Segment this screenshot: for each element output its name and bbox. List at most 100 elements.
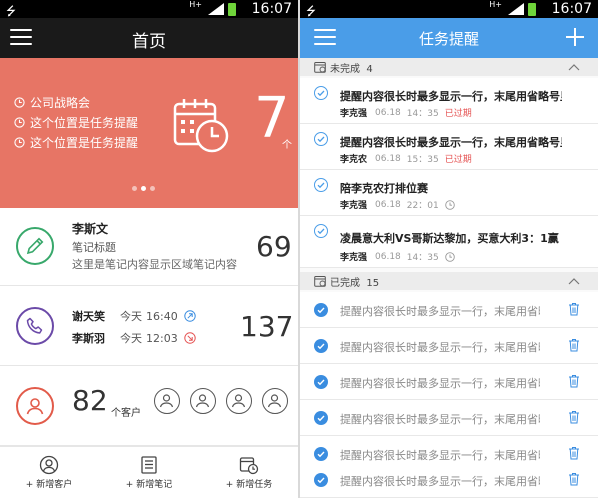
bottom-toolbar: + 新增客户 + 新增笔记 + 新增任务	[0, 446, 298, 498]
missed-call-icon	[184, 332, 196, 344]
page-dot-active	[141, 186, 146, 191]
trash-icon[interactable]	[568, 302, 580, 316]
customer-circle	[16, 387, 54, 425]
task-row[interactable]: 提醒内容很长时最多显示一行，末尾用省略号显示 李克农 06.18 15：35 已…	[300, 124, 598, 170]
task-checkbox[interactable]	[314, 178, 328, 192]
notebook-icon	[141, 456, 157, 474]
add-customer-button[interactable]: + 新增客户	[4, 453, 94, 495]
call-item[interactable]: 李斯羽 今天 12:03	[72, 330, 196, 346]
task-checkbox[interactable]	[314, 86, 328, 100]
reminder-item[interactable]: 这个位置是任务提醒	[14, 112, 138, 132]
status-time: 16:07	[551, 1, 592, 17]
check-icon	[317, 379, 325, 386]
done-task-row[interactable]: 提醒内容很长时最多显示一行，末尾用省略号显示	[300, 400, 598, 436]
task-time: 14：35	[406, 109, 439, 119]
trash-icon[interactable]	[568, 374, 580, 388]
caller-name: 谢天笑	[72, 310, 105, 323]
done-task-row[interactable]: 提醒内容很长时最多显示一行，末尾用省略号显示	[300, 462, 598, 498]
calendar-icon	[314, 276, 326, 287]
pending-count: 4	[366, 64, 373, 75]
call-item[interactable]: 谢天笑 今天 16:40	[72, 308, 196, 324]
add-note-button[interactable]: + 新增笔记	[104, 453, 194, 495]
check-icon	[317, 415, 325, 422]
task-time: 14：35	[406, 253, 439, 263]
customer-avatar[interactable]	[226, 388, 252, 414]
caller-name: 李斯羽	[72, 332, 105, 345]
done-section-header[interactable]: 已完成 15	[300, 272, 598, 290]
call-time: 12:03	[146, 331, 178, 345]
trash-icon[interactable]	[568, 446, 580, 460]
call-day: 今天	[120, 332, 142, 345]
task-title: 提醒内容很长时最多显示一行，末尾用省略号显示	[340, 377, 540, 390]
check-icon	[317, 90, 325, 97]
customers-row[interactable]: 82 个客户	[0, 366, 298, 446]
page-indicator	[132, 186, 159, 191]
reminder-count-unit: 个	[282, 140, 292, 151]
task-meta: 李克农 06.18 15：35 已过期	[340, 152, 472, 166]
done-count: 15	[366, 278, 380, 289]
call-circle	[16, 307, 54, 345]
notes-row[interactable]: 李斯文 笔记标题 这里是笔记内容显示区域笔记内容 69	[0, 208, 298, 286]
page-dot	[150, 186, 155, 191]
trash-icon[interactable]	[568, 338, 580, 352]
done-task-row[interactable]: 提醒内容很长时最多显示一行，末尾用省略号显示	[300, 292, 598, 328]
task-meta: 李克强 06.18 22：01	[340, 198, 455, 211]
clock-icon	[14, 136, 25, 148]
add-task-icon[interactable]	[566, 28, 584, 46]
home-screen: ⭍ H+ 16:07 首页 公司战略会 这个位置是任务提醒 这个位置是任务提醒	[0, 0, 298, 498]
clock-icon	[14, 96, 25, 108]
task-date: 06.18	[375, 199, 401, 210]
page-title: 任务提醒	[418, 30, 479, 48]
task-date: 06.18	[375, 153, 401, 164]
task-row[interactable]: 陪李克农打排位赛 李克强 06.18 22：01	[300, 170, 598, 216]
customer-avatar[interactable]	[190, 388, 216, 414]
done-task-row[interactable]: 提醒内容很长时最多显示一行，末尾用省略号显示	[300, 328, 598, 364]
clock-icon	[14, 116, 25, 128]
task-title: 提醒内容很长时最多显示一行，末尾用省略号显示	[340, 341, 540, 354]
add-task-button[interactable]: + 新增任务	[204, 453, 294, 495]
chevron-up-icon[interactable]	[568, 63, 580, 71]
reminder-banner[interactable]: 公司战略会 这个位置是任务提醒 这个位置是任务提醒 7 个	[0, 58, 298, 208]
task-checkbox[interactable]	[314, 132, 328, 146]
task-checkbox-checked[interactable]	[314, 375, 328, 389]
calls-row[interactable]: 谢天笑 今天 16:40 李斯羽 今天 12:03 137	[0, 286, 298, 366]
task-checkbox-checked[interactable]	[314, 339, 328, 353]
pending-label: 未完成 4	[330, 60, 373, 75]
trash-icon[interactable]	[568, 410, 580, 424]
customer-avatar[interactable]	[154, 388, 180, 414]
task-row[interactable]: 凌晨意大利VS哥斯达黎加，买意大利3：1赢 李克强 06.18 14：35	[300, 216, 598, 268]
page-title: 首页	[132, 32, 166, 52]
task-checkbox-checked[interactable]	[314, 447, 328, 461]
person-icon	[26, 398, 44, 415]
task-title: 提醒内容很长时最多显示一行，末尾用省略号显示	[340, 449, 540, 462]
task-status: 已过期	[444, 109, 472, 119]
reminder-item[interactable]: 公司战略会	[14, 92, 138, 112]
check-icon	[317, 182, 325, 189]
reminder-item[interactable]: 这个位置是任务提醒	[14, 132, 138, 152]
note-title: 笔记标题	[72, 241, 116, 254]
add-task-label: + 新增任务	[225, 480, 273, 490]
task-title: 提醒内容很长时最多显示一行，末尾用省略号显示	[340, 413, 540, 426]
task-title: 凌晨意大利VS哥斯达黎加，买意大利3：1赢	[340, 232, 559, 245]
clock-icon	[444, 251, 455, 262]
chevron-up-icon[interactable]	[568, 277, 580, 285]
task-checkbox[interactable]	[314, 224, 328, 238]
outgoing-call-icon	[184, 310, 196, 322]
person-icon	[159, 394, 174, 408]
task-row[interactable]: 提醒内容很长时最多显示一行，末尾用省略号显示 李克强 06.18 14：35 已…	[300, 78, 598, 124]
pending-section-header[interactable]: 未完成 4	[300, 58, 598, 76]
calendar-clock-icon	[239, 457, 259, 475]
task-checkbox-checked[interactable]	[314, 473, 328, 487]
status-bar: ⭍ H+ 16:07	[300, 0, 598, 18]
task-checkbox-checked[interactable]	[314, 411, 328, 425]
check-icon	[317, 136, 325, 143]
reminder-text: 这个位置是任务提醒	[30, 135, 139, 150]
page-dot	[132, 186, 137, 191]
home-header: 首页	[0, 18, 298, 58]
reminder-list: 公司战略会 这个位置是任务提醒 这个位置是任务提醒	[14, 92, 138, 152]
trash-icon[interactable]	[568, 472, 580, 486]
customer-avatar[interactable]	[262, 388, 288, 414]
task-checkbox-checked[interactable]	[314, 303, 328, 317]
person-icon	[231, 394, 246, 408]
done-task-row[interactable]: 提醒内容很长时最多显示一行，末尾用省略号显示	[300, 364, 598, 400]
